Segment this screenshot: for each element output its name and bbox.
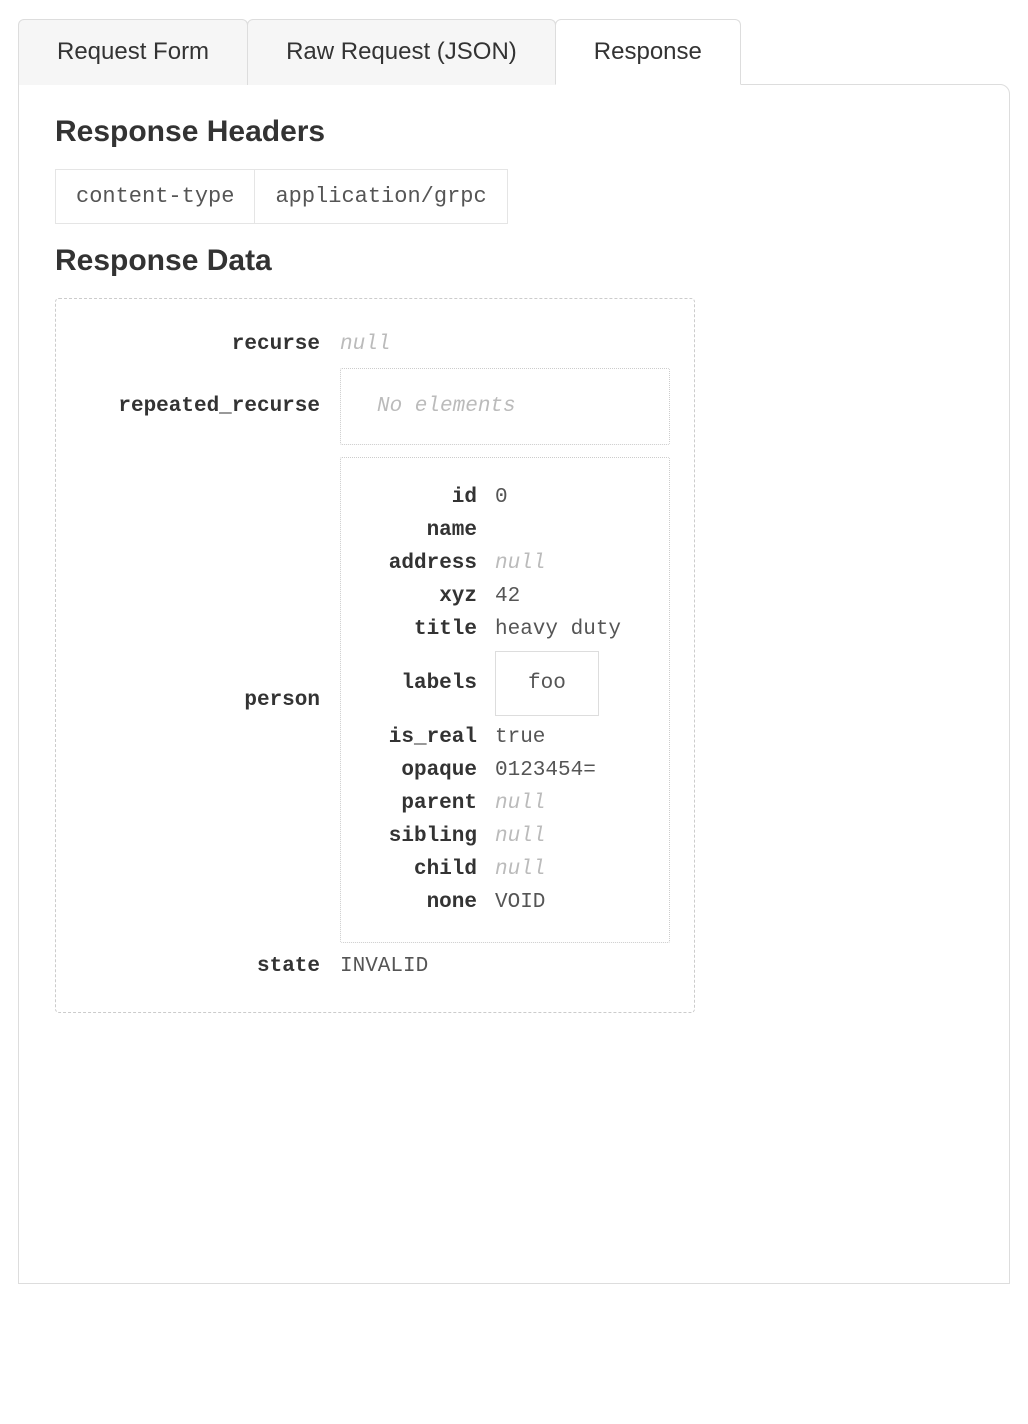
no-elements-box: No elements (340, 368, 670, 445)
person-label-name: name (357, 519, 477, 542)
response-headers-table: content-type application/grpc (55, 169, 508, 224)
person-field-labels: labels foo (357, 651, 653, 716)
field-value-state: INVALID (340, 955, 428, 978)
person-value-opaque: 0123454= (495, 759, 596, 782)
response-panel: Response Headers content-type applicatio… (18, 84, 1010, 1284)
person-label-is-real: is_real (357, 726, 477, 749)
person-label-child: child (357, 858, 477, 881)
person-field-title: title heavy duty (357, 618, 653, 641)
person-field-child: child null (357, 858, 653, 881)
person-value-address: null (495, 552, 545, 575)
tab-request-form[interactable]: Request Form (18, 19, 248, 85)
person-value-id: 0 (495, 486, 508, 509)
header-value: application/grpc (255, 170, 507, 224)
person-value-none: VOID (495, 891, 545, 914)
field-label-person: person (80, 689, 320, 712)
person-value-title: heavy duty (495, 618, 621, 641)
field-label-recurse: recurse (80, 333, 320, 356)
tab-raw-request[interactable]: Raw Request (JSON) (247, 19, 556, 85)
field-label-state: state (80, 955, 320, 978)
tab-response[interactable]: Response (555, 19, 741, 85)
person-label-opaque: opaque (357, 759, 477, 782)
person-field-opaque: opaque 0123454= (357, 759, 653, 782)
person-field-sibling: sibling null (357, 825, 653, 848)
field-repeated-recurse: repeated_recurse No elements (80, 368, 670, 445)
person-field-is-real: is_real true (357, 726, 653, 749)
person-label-xyz: xyz (357, 585, 477, 608)
person-field-id: id 0 (357, 486, 653, 509)
person-value-labels: foo (495, 651, 599, 716)
response-data-box: recurse null repeated_recurse No element… (55, 298, 695, 1013)
person-field-address: address null (357, 552, 653, 575)
person-box: id 0 name address null xyz 42 title (340, 457, 670, 943)
person-value-is-real: true (495, 726, 545, 749)
person-value-parent: null (495, 792, 545, 815)
person-field-xyz: xyz 42 (357, 585, 653, 608)
person-field-name: name (357, 519, 653, 542)
tab-bar: Request Form Raw Request (JSON) Response (18, 18, 1010, 84)
label-chip: foo (495, 651, 599, 716)
header-key: content-type (56, 170, 255, 224)
person-label-id: id (357, 486, 477, 509)
field-label-repeated-recurse: repeated_recurse (80, 395, 320, 418)
person-label-parent: parent (357, 792, 477, 815)
field-person: person id 0 name address null xyz 42 (80, 457, 670, 943)
person-label-none: none (357, 891, 477, 914)
field-recurse: recurse null (80, 333, 670, 356)
person-field-parent: parent null (357, 792, 653, 815)
response-data-title: Response Data (55, 244, 973, 278)
person-field-none: none VOID (357, 891, 653, 914)
field-value-recurse: null (340, 333, 390, 356)
person-label-address: address (357, 552, 477, 575)
person-label-title: title (357, 618, 477, 641)
person-value-xyz: 42 (495, 585, 520, 608)
person-value-sibling: null (495, 825, 545, 848)
person-value-child: null (495, 858, 545, 881)
field-state: state INVALID (80, 955, 670, 978)
response-headers-title: Response Headers (55, 115, 973, 149)
table-row: content-type application/grpc (56, 170, 508, 224)
person-label-sibling: sibling (357, 825, 477, 848)
person-label-labels: labels (357, 672, 477, 695)
